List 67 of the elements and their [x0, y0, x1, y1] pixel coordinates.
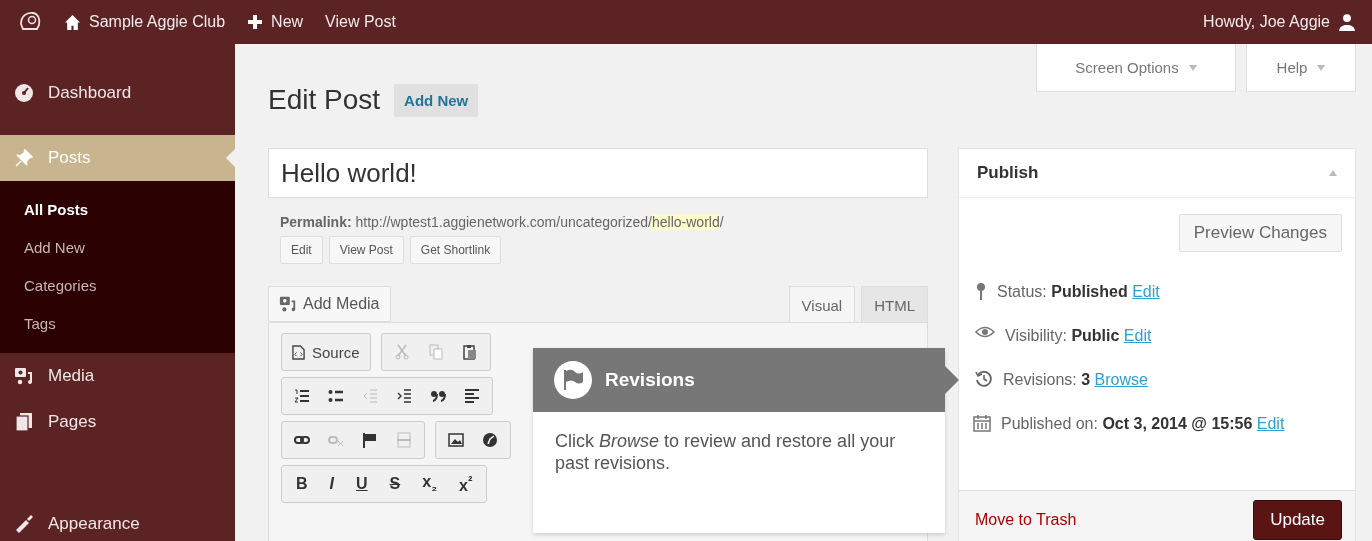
format-button[interactable]: x$^{²}$	[457, 472, 475, 496]
screen-meta-tab[interactable]: Help	[1246, 44, 1356, 92]
flag-icon[interactable]	[362, 432, 378, 448]
tooltip-title: Revisions	[605, 369, 695, 391]
pin-icon	[14, 148, 34, 168]
media-icon	[14, 366, 34, 386]
pages-icon	[14, 412, 34, 432]
site-name-link[interactable]: Sample Aggie Club	[64, 13, 226, 31]
publish-detail: Status: Published Edit	[997, 282, 1161, 302]
calendar-icon	[973, 414, 991, 432]
submenu-item[interactable]: All Posts	[0, 191, 235, 229]
menu-item[interactable]: Pages	[0, 399, 235, 445]
document-icon	[292, 344, 305, 360]
plus-icon	[247, 14, 264, 30]
quote-icon[interactable]	[430, 388, 446, 404]
permalink-text: Permalink: http://wptest1.aggienetwork.com/uncategorized/hello-world/	[280, 214, 725, 230]
title-field[interactable]: Hello world!	[268, 148, 928, 198]
indent-icon[interactable]	[396, 388, 412, 404]
tooltip-text: Click Browse to review and restore all your past revisions.	[555, 430, 897, 474]
publish-detail: Revisions: 3 Browse	[1003, 370, 1149, 390]
add-media-button[interactable]: Add Media	[268, 286, 391, 322]
update-button[interactable]: Update	[1253, 500, 1342, 540]
history-icon	[975, 370, 993, 388]
format-button[interactable]: I	[327, 475, 336, 493]
submenu-item[interactable]: Add New	[0, 229, 235, 267]
menu-item[interactable]: Media	[0, 353, 235, 399]
user-greeting-link[interactable]: Howdy, Joe Aggie	[1203, 13, 1356, 31]
publish-detail: Visibility: Public Edit	[1005, 326, 1153, 346]
format-button[interactable]: U	[354, 475, 370, 493]
home-icon	[64, 13, 81, 31]
user-icon	[1338, 13, 1356, 31]
screen-meta-tab[interactable]: Screen Options	[1036, 44, 1236, 92]
source-button[interactable]: Source	[281, 333, 371, 371]
permalink-button[interactable]: Edit	[280, 236, 323, 264]
brush-icon	[14, 514, 34, 534]
add-new-button[interactable]: Add New	[394, 83, 479, 117]
align-left-icon[interactable]	[464, 388, 480, 404]
pin-icon	[975, 282, 987, 300]
format-button[interactable]: B	[294, 475, 310, 493]
bullet-list-icon[interactable]	[328, 388, 344, 404]
submenu-item[interactable]: Tags	[0, 305, 235, 343]
editor-tab[interactable]: HTML	[861, 286, 928, 322]
view-post-link[interactable]: View Post	[325, 13, 396, 31]
panel-title: Publish	[977, 163, 1039, 183]
media-circle-icon[interactable]	[482, 432, 498, 448]
paste-icon[interactable]	[461, 344, 478, 360]
media-icon	[279, 295, 297, 313]
format-button[interactable]: x$_{₂}$	[420, 473, 440, 495]
caret-icon	[1188, 64, 1197, 71]
preview-changes-button[interactable]: Preview Changes	[1178, 214, 1342, 252]
format-button[interactable]: S	[387, 475, 403, 493]
eye-icon	[975, 326, 995, 338]
editor-tab[interactable]: Visual	[788, 286, 856, 322]
caret-icon	[1317, 64, 1326, 71]
image-icon[interactable]	[448, 432, 464, 448]
numbered-list-icon[interactable]	[294, 388, 310, 404]
menu-item[interactable]: Appearance	[0, 501, 235, 541]
permalink-button[interactable]: View Post	[328, 236, 404, 264]
permalink-button[interactable]: Get Shortlink	[409, 236, 502, 264]
flag-icon	[553, 360, 593, 400]
dashboard-icon	[14, 83, 34, 103]
publish-detail: Published on: Oct 3, 2014 @ 15:56 Edit	[1001, 414, 1286, 434]
new-link[interactable]: New	[247, 13, 304, 31]
submenu-item[interactable]: Categories	[0, 267, 235, 305]
menu-item[interactable]: Dashboard	[0, 70, 235, 116]
page-title: Edit Post	[268, 84, 381, 116]
move-to-trash-link[interactable]: Move to Trash	[975, 511, 1077, 529]
